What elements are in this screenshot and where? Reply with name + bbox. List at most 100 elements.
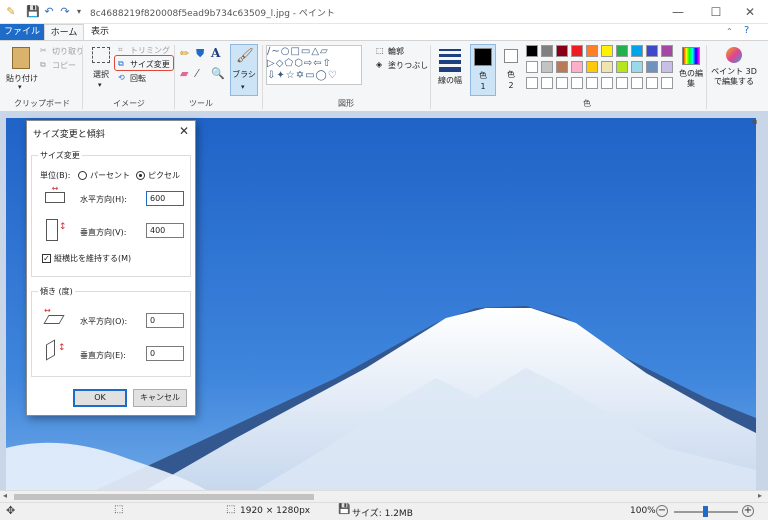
tab-file[interactable]: ファイル [0, 24, 44, 40]
skew-horizontal-input[interactable]: 0 [146, 313, 184, 328]
separator [82, 45, 83, 109]
copy-button[interactable]: コピー [52, 60, 76, 71]
maximize-button[interactable]: ☐ [698, 0, 734, 24]
cursor-position-icon: ✥ [6, 504, 16, 517]
shapes-gallery[interactable]: ∕∼○□▭△▱ ▷◇⬠⬡⇨⇦⇧ ⇩✦☆✡▭◯♡ [266, 45, 362, 85]
palette-swatch[interactable] [526, 77, 538, 89]
edit-colors-label: 色の編集 [679, 69, 703, 88]
palette-swatch[interactable] [661, 45, 673, 57]
dialog-close-button[interactable]: ✕ [179, 124, 189, 138]
brushes-button[interactable]: 🖌 ブラシ ▾ [230, 44, 258, 96]
select-label: 選択 [93, 70, 109, 79]
color-spectrum-icon [682, 47, 700, 65]
palette-swatch[interactable] [586, 77, 598, 89]
keep-ratio-label[interactable]: 縦横比を維持する(M) [54, 253, 131, 264]
scroll-right-icon[interactable]: ▸ [758, 491, 762, 500]
color1-number: 1 [480, 82, 486, 91]
vertical-input[interactable]: 400 [146, 223, 184, 238]
line-thick-icon [439, 60, 461, 64]
color-picker-icon[interactable]: ⁄ [196, 67, 198, 80]
skew-vertical-input[interactable]: 0 [146, 346, 184, 361]
palette-swatch[interactable] [646, 61, 658, 73]
palette-swatch[interactable] [631, 45, 643, 57]
palette-swatch[interactable] [541, 45, 553, 57]
select-button[interactable]: 選択 ▾ [88, 45, 114, 93]
color2-label: 色 [507, 70, 515, 79]
pixel-label[interactable]: ピクセル [148, 170, 180, 181]
palette-swatch[interactable] [586, 45, 598, 57]
zoom-level: 100% [630, 506, 656, 516]
palette-swatch[interactable] [631, 77, 643, 89]
palette-swatch[interactable] [616, 45, 628, 57]
palette-swatch[interactable] [571, 45, 583, 57]
palette-swatch[interactable] [646, 45, 658, 57]
paste-button[interactable]: 貼り付け ▾ [6, 45, 38, 93]
horizontal-resize-icon: ↔ [44, 185, 66, 204]
tab-home[interactable]: ホーム [44, 24, 84, 40]
scroll-thumb[interactable] [14, 494, 314, 500]
brush-label: ブラシ [232, 70, 256, 79]
fill-icon[interactable]: ⛊ [196, 47, 204, 61]
palette-swatch[interactable] [571, 61, 583, 73]
tools-group-label: ツール [189, 99, 213, 108]
palette-swatch[interactable] [556, 61, 568, 73]
close-window-button[interactable]: ✕ [732, 0, 768, 24]
shape-fill-button[interactable]: 塗りつぶし [388, 60, 428, 71]
palette-swatch[interactable] [661, 61, 673, 73]
horizontal-scrollbar[interactable]: ◂ ▸ [0, 490, 768, 502]
edit-colors-button[interactable]: 色の編集 [679, 45, 703, 95]
palette-swatch[interactable] [556, 45, 568, 57]
color2-button[interactable]: 色 2 [500, 44, 524, 96]
percent-label[interactable]: パーセント [90, 170, 130, 181]
palette-swatch[interactable] [616, 61, 628, 73]
palette-swatch[interactable] [526, 45, 538, 57]
help-icon[interactable]: ? [744, 25, 749, 36]
cut-button[interactable]: 切り取り [52, 46, 84, 57]
color1-button[interactable]: 色 1 [470, 44, 496, 96]
text-icon[interactable]: A [211, 46, 220, 60]
palette-swatch[interactable] [556, 77, 568, 89]
color1-swatch [474, 48, 492, 66]
scroll-left-icon[interactable]: ◂ [3, 491, 7, 500]
canvas-resize-handle[interactable]: ▪ [752, 117, 757, 126]
zoom-slider-thumb[interactable] [703, 506, 708, 517]
zoom-in-button[interactable]: + [742, 505, 754, 517]
palette-swatch[interactable] [586, 61, 598, 73]
pencil-icon[interactable]: ✏ [180, 47, 189, 60]
percent-radio[interactable] [78, 171, 87, 180]
palette-swatch[interactable] [601, 45, 613, 57]
zoom-out-button[interactable]: − [656, 505, 668, 517]
horizontal-input[interactable]: 600 [146, 191, 184, 206]
collapse-ribbon-icon[interactable]: ⌃ [726, 27, 733, 36]
cancel-button[interactable]: キャンセル [133, 389, 187, 407]
palette-swatch[interactable] [661, 77, 673, 89]
palette-swatch[interactable] [541, 77, 553, 89]
palette-swatch[interactable] [571, 77, 583, 89]
minimize-button[interactable]: — [660, 0, 696, 24]
tab-view[interactable]: 表示 [84, 24, 116, 40]
palette-swatch[interactable] [601, 61, 613, 73]
redo-icon[interactable]: ↷ [58, 5, 72, 19]
ok-button[interactable]: OK [73, 389, 127, 407]
palette-swatch[interactable] [541, 61, 553, 73]
rotate-button[interactable]: 回転 [130, 73, 146, 84]
pixel-radio[interactable] [136, 171, 145, 180]
magnifier-icon[interactable]: 🔍 [211, 67, 225, 80]
copy-icon: ⧉ [40, 60, 46, 69]
brush-dropdown-icon: ▾ [241, 83, 245, 91]
eraser-icon[interactable]: ▰ [180, 67, 188, 80]
rotate-icon: ⟲ [118, 73, 125, 82]
quick-access-dropdown-icon[interactable]: ▾ [72, 5, 86, 19]
line-thin-icon [439, 49, 461, 51]
keep-ratio-checkbox[interactable]: ✓ [42, 254, 51, 263]
palette-swatch[interactable] [526, 61, 538, 73]
palette-swatch[interactable] [631, 61, 643, 73]
size-button[interactable]: 線の幅 [436, 45, 464, 97]
palette-swatch[interactable] [601, 77, 613, 89]
palette-swatch[interactable] [646, 77, 658, 89]
save-icon[interactable]: 💾 [26, 5, 40, 19]
palette-swatch[interactable] [616, 77, 628, 89]
paint3d-button[interactable]: ペイント 3D で編集する [710, 45, 758, 95]
outline-button[interactable]: 輪郭 [388, 46, 404, 57]
undo-icon[interactable]: ↶ [42, 5, 56, 19]
